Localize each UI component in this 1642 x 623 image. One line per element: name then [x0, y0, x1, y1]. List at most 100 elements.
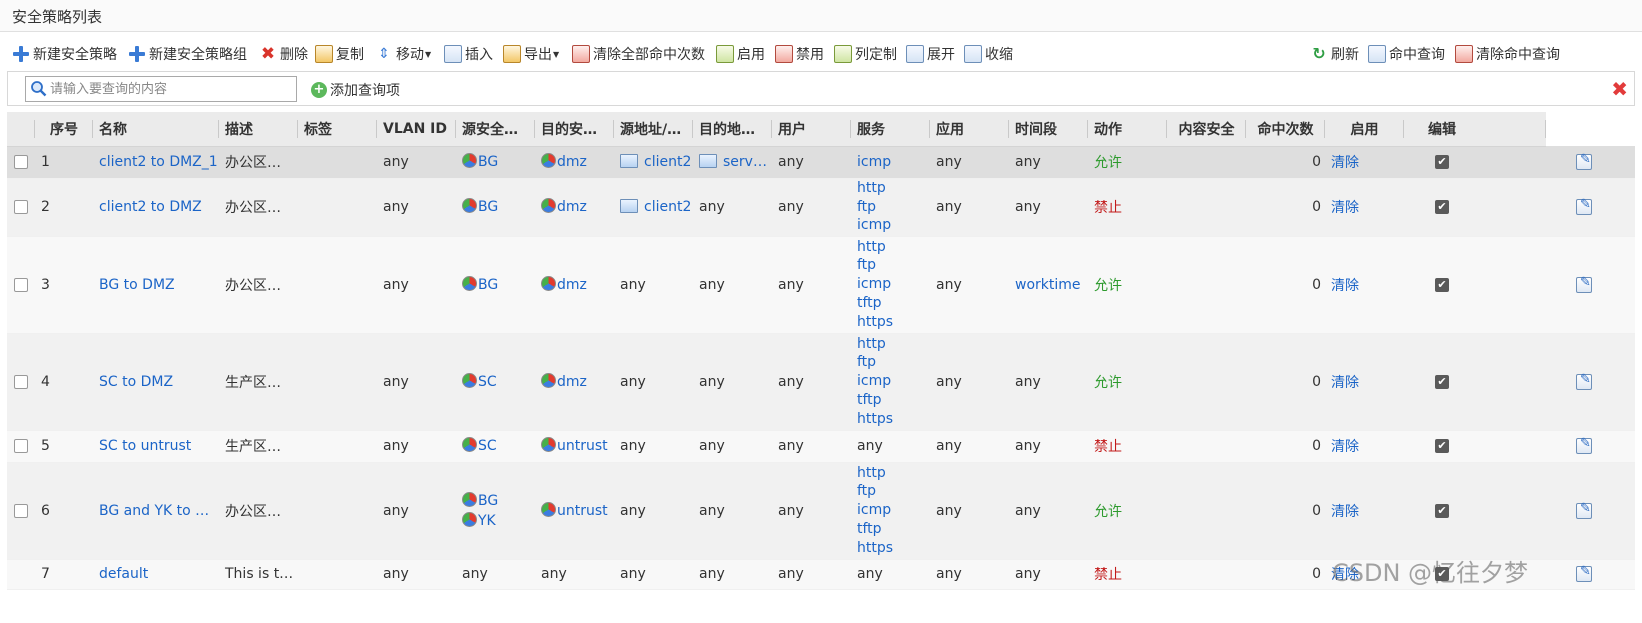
service-link[interactable]: tftp	[857, 392, 882, 408]
copy-button[interactable]: 复制	[315, 42, 364, 66]
edit-icon[interactable]	[1576, 564, 1592, 582]
add-query-button[interactable]: + 添加查询项	[311, 80, 400, 100]
policy-name-link[interactable]: default	[99, 566, 148, 582]
edit-icon[interactable]	[1576, 152, 1592, 170]
service-link[interactable]: icmp	[857, 502, 891, 518]
column-header[interactable]: 用户	[772, 112, 851, 147]
service-link[interactable]: https	[857, 411, 893, 427]
edit-icon[interactable]	[1576, 436, 1592, 454]
destination-address-link[interactable]: serv…	[723, 154, 767, 170]
column-header[interactable]: 内容安全	[1167, 112, 1246, 147]
source-zone-link[interactable]: BG	[478, 277, 498, 293]
export-button[interactable]: 导出 ▼	[503, 42, 559, 66]
column-header[interactable]: VLAN ID	[377, 112, 456, 147]
clear-hits-link[interactable]: 清除	[1331, 375, 1359, 391]
service-link[interactable]: icmp	[857, 154, 891, 170]
row-checkbox[interactable]	[14, 277, 28, 292]
clear-hits-link[interactable]: 清除	[1331, 155, 1359, 171]
service-link[interactable]: ftp	[857, 199, 876, 215]
disable-button[interactable]: 禁用	[775, 42, 824, 66]
service-link[interactable]: ftp	[857, 483, 876, 499]
destination-zone-link[interactable]: untrust	[557, 438, 608, 454]
source-address-link[interactable]: client2	[644, 154, 691, 170]
service-link[interactable]: icmp	[857, 373, 891, 389]
service-link[interactable]: https	[857, 314, 893, 330]
column-header[interactable]: 启用	[1325, 112, 1404, 147]
table-row[interactable]: 6 BG and YK to … 办公区… any BG YK untrust any any a…	[7, 462, 1635, 560]
service-link[interactable]: http	[857, 180, 886, 196]
policy-name-link[interactable]: SC to DMZ	[99, 374, 173, 390]
column-header[interactable]: 动作	[1088, 112, 1167, 147]
column-header[interactable]: 源地址/…	[614, 112, 693, 147]
delete-button[interactable]: ✖ 删除	[259, 42, 308, 66]
column-header[interactable]: 编辑	[1404, 112, 1546, 147]
column-header[interactable]: 目的安…	[535, 112, 614, 147]
hit-query-button[interactable]: 命中查询	[1368, 42, 1445, 66]
enabled-checkbox[interactable]: ✔	[1435, 277, 1449, 292]
table-row[interactable]: 3 BG to DMZ 办公区… any BG dmz any any any http ftp ic…	[7, 236, 1635, 334]
policy-name-link[interactable]: BG to DMZ	[99, 277, 175, 293]
column-header[interactable]: 命中次数	[1246, 112, 1325, 147]
source-address-link[interactable]: client2	[644, 199, 691, 215]
close-icon[interactable]: ✖	[1611, 79, 1628, 99]
column-header[interactable]: 序号	[35, 112, 93, 147]
enabled-checkbox[interactable]: ✔	[1435, 503, 1449, 518]
service-link[interactable]: ftp	[857, 257, 876, 273]
move-button[interactable]: ⇕ 移动 ▼	[375, 42, 431, 66]
table-row[interactable]: 4 SC to DMZ 生产区… any SC dmz any any any http ftp ic…	[7, 333, 1635, 431]
collapse-button[interactable]: 收缩	[964, 42, 1013, 66]
edit-icon[interactable]	[1576, 197, 1592, 215]
column-header[interactable]: 名称	[93, 112, 219, 147]
policy-name-link[interactable]: SC to untrust	[99, 438, 191, 454]
row-checkbox[interactable]	[14, 374, 28, 389]
search-input[interactable]	[50, 79, 294, 99]
destination-zone-link[interactable]: dmz	[557, 199, 587, 215]
column-header[interactable]: 标签	[298, 112, 377, 147]
source-zone-link[interactable]: YK	[478, 513, 496, 529]
clear-hits-link[interactable]: 清除	[1331, 504, 1359, 520]
edit-icon[interactable]	[1576, 372, 1592, 390]
destination-zone-link[interactable]: untrust	[557, 503, 608, 519]
clear-all-hits-button[interactable]: 清除全部命中次数	[572, 42, 705, 66]
source-zone-link[interactable]: SC	[478, 374, 497, 390]
expand-button[interactable]: 展开	[906, 42, 955, 66]
clear-hits-link[interactable]: 清除	[1331, 278, 1359, 294]
new-policy-group-button[interactable]: 新建安全策略组	[128, 42, 247, 66]
enable-button[interactable]: 启用	[716, 42, 765, 66]
source-zone-link[interactable]: BG	[478, 154, 498, 170]
enabled-checkbox[interactable]: ✔	[1435, 155, 1449, 169]
destination-zone-link[interactable]: dmz	[557, 277, 587, 293]
row-checkbox[interactable]	[14, 155, 28, 169]
column-header[interactable]: 服务	[851, 112, 930, 147]
policy-name-link[interactable]: client2 to DMZ_1	[99, 154, 218, 170]
policy-name-link[interactable]: client2 to DMZ	[99, 199, 202, 215]
insert-button[interactable]: 插入	[444, 42, 493, 66]
destination-zone-link[interactable]: dmz	[557, 374, 587, 390]
edit-icon[interactable]	[1576, 275, 1592, 293]
service-link[interactable]: http	[857, 465, 886, 481]
row-checkbox[interactable]	[14, 503, 28, 518]
service-link[interactable]: icmp	[857, 276, 891, 292]
column-custom-button[interactable]: 列定制	[834, 42, 897, 66]
destination-zone-link[interactable]: dmz	[557, 154, 587, 170]
source-zone-link[interactable]: SC	[478, 438, 497, 454]
new-policy-button[interactable]: 新建安全策略	[12, 42, 117, 66]
policy-name-link[interactable]: BG and YK to …	[99, 503, 209, 519]
table-row[interactable]: 1 client2 to DMZ_1 办公区… any BG dmz client2 serv…	[7, 146, 1635, 179]
table-row[interactable]: 5 SC to untrust 生产区… any SC untrust any any any a…	[7, 430, 1635, 463]
time-range-link[interactable]: worktime	[1015, 277, 1081, 293]
service-link[interactable]: tftp	[857, 295, 882, 311]
row-checkbox[interactable]	[14, 200, 28, 214]
source-zone-link[interactable]: BG	[478, 493, 498, 509]
row-checkbox[interactable]	[14, 439, 28, 453]
refresh-button[interactable]: ↻ 刷新	[1310, 42, 1359, 66]
service-link[interactable]: https	[857, 540, 893, 556]
service-link[interactable]: tftp	[857, 521, 882, 537]
enabled-checkbox[interactable]: ✔	[1435, 200, 1449, 214]
enabled-checkbox[interactable]: ✔	[1435, 374, 1449, 389]
service-link[interactable]: http	[857, 239, 886, 255]
column-header[interactable]: 时间段	[1009, 112, 1088, 147]
edit-icon[interactable]	[1576, 501, 1592, 519]
clear-hits-link[interactable]: 清除	[1331, 200, 1359, 216]
column-header[interactable]: 描述	[219, 112, 298, 147]
